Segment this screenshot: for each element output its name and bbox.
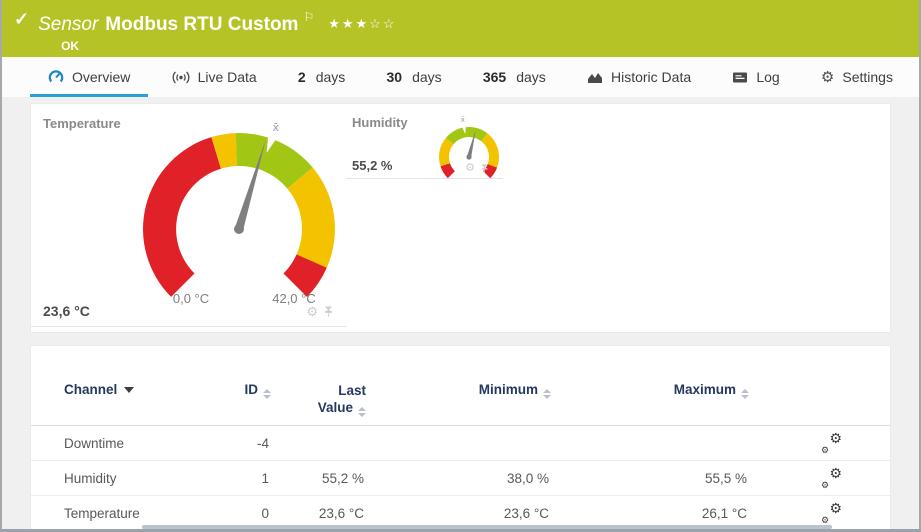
tab-365-days[interactable]: 365 days bbox=[465, 57, 564, 97]
sorted-desc-icon bbox=[124, 387, 135, 393]
object-kind-label: Sensor bbox=[38, 14, 99, 35]
sensor-titles: Sensor Modbus RTU Custom ⚐ ★★★☆☆ OK bbox=[38, 6, 396, 57]
tab-historic-data[interactable]: Historic Data bbox=[569, 57, 709, 97]
sensor-page: ✓ Sensor Modbus RTU Custom ⚐ ★★★☆☆ OK Overv… bbox=[0, 0, 921, 532]
svg-text:x̄: x̄ bbox=[461, 116, 465, 124]
channel-name: Downtime bbox=[64, 435, 125, 451]
flag-icon[interactable]: ⚐ bbox=[303, 10, 314, 24]
status-check-icon: ✓ bbox=[14, 9, 30, 29]
table-row-humidity: Humidity 1 55,2 % 38,0 % 55,5 % ⚙ ⚙ bbox=[31, 461, 890, 496]
sort-icon bbox=[263, 389, 271, 399]
priority-stars[interactable]: ★★★☆☆ bbox=[328, 16, 396, 31]
sort-icon bbox=[741, 389, 749, 399]
temperature-tile: x̄ Temperature 0,0 °C 42,0 °C 23,6 °C ⚙ bbox=[31, 104, 346, 327]
page-title: Modbus RTU Custom bbox=[105, 14, 299, 35]
column-header-id[interactable]: ID bbox=[231, 382, 271, 399]
gauge-title: Humidity bbox=[352, 115, 408, 130]
svg-text:x̄: x̄ bbox=[273, 121, 280, 134]
gauge-current-value: 55,2 % bbox=[352, 158, 393, 173]
gauge-icon bbox=[48, 69, 64, 85]
tile-gear-icon[interactable]: ⚙ bbox=[465, 162, 475, 174]
channels-table-panel: Channel ID Last Value Minimum Maximum Do… bbox=[30, 345, 891, 529]
channel-name: Temperature bbox=[64, 505, 140, 521]
sort-icon bbox=[543, 389, 551, 399]
tile-gear-icon[interactable]: ⚙ bbox=[306, 305, 318, 318]
page-content: x̄ Temperature 0,0 °C 42,0 °C 23,6 °C ⚙ … bbox=[2, 103, 919, 529]
channel-maximum: 26,1 °C bbox=[701, 505, 747, 521]
table-row-downtime: Downtime -4 ⚙ ⚙ bbox=[31, 426, 890, 461]
column-header-minimum[interactable]: Minimum bbox=[366, 382, 551, 399]
column-header-maximum[interactable]: Maximum bbox=[551, 382, 749, 399]
tab-2-days[interactable]: 2 days bbox=[280, 57, 363, 97]
channel-last-value: 23,6 °C bbox=[318, 505, 364, 521]
sort-icon bbox=[358, 407, 366, 417]
gauge-current-value: 23,6 °C bbox=[43, 303, 90, 319]
gear-icon: ⚙ bbox=[820, 68, 835, 86]
channel-minimum: 38,0 % bbox=[506, 470, 549, 486]
area-chart-icon bbox=[587, 70, 603, 84]
tab-30-days[interactable]: 30 days bbox=[369, 57, 460, 97]
tab-bar: Overview Live Data 2 days 30 days 365 da… bbox=[2, 57, 919, 97]
gauge-min-label: 0,0 °C bbox=[172, 291, 210, 306]
column-header-last-value[interactable]: Last Value bbox=[271, 382, 366, 417]
horizontal-scrollbar-thumb[interactable] bbox=[142, 525, 832, 529]
channel-id: 0 bbox=[261, 505, 269, 521]
broadcast-icon bbox=[172, 70, 190, 85]
tab-overview[interactable]: Overview bbox=[30, 57, 149, 97]
channel-settings-gears-icon[interactable]: ⚙ ⚙ bbox=[821, 431, 842, 455]
tab-log[interactable]: Log bbox=[714, 57, 797, 97]
tab-live-data[interactable]: Live Data bbox=[154, 57, 275, 97]
channel-minimum: 23,6 °C bbox=[503, 505, 549, 521]
status-badge: OK bbox=[61, 39, 80, 53]
pin-icon[interactable] bbox=[480, 163, 489, 174]
channel-last-value: 55,2 % bbox=[321, 470, 364, 486]
channel-name: Humidity bbox=[64, 470, 117, 486]
overview-gauges-panel: x̄ Temperature 0,0 °C 42,0 °C 23,6 °C ⚙ … bbox=[30, 103, 891, 333]
channel-maximum: 55,5 % bbox=[704, 470, 747, 486]
sensor-status-header: ✓ Sensor Modbus RTU Custom ⚐ ★★★☆☆ OK bbox=[2, 0, 919, 57]
channel-id: -4 bbox=[256, 435, 269, 451]
pin-icon[interactable] bbox=[323, 305, 334, 318]
channels-table-header: Channel ID Last Value Minimum Maximum bbox=[31, 382, 890, 426]
log-icon bbox=[732, 71, 748, 84]
channel-id: 1 bbox=[261, 470, 269, 486]
tab-settings[interactable]: ⚙ Settings bbox=[803, 57, 911, 97]
channel-settings-gears-icon[interactable]: ⚙ ⚙ bbox=[821, 466, 842, 490]
column-header-channel[interactable]: Channel bbox=[64, 382, 231, 397]
channel-settings-gears-icon[interactable]: ⚙ ⚙ bbox=[821, 501, 842, 525]
gauge-title: Temperature bbox=[43, 116, 121, 131]
humidity-tile: x̄ Humidity 55,2 % ⚙ bbox=[346, 104, 503, 179]
